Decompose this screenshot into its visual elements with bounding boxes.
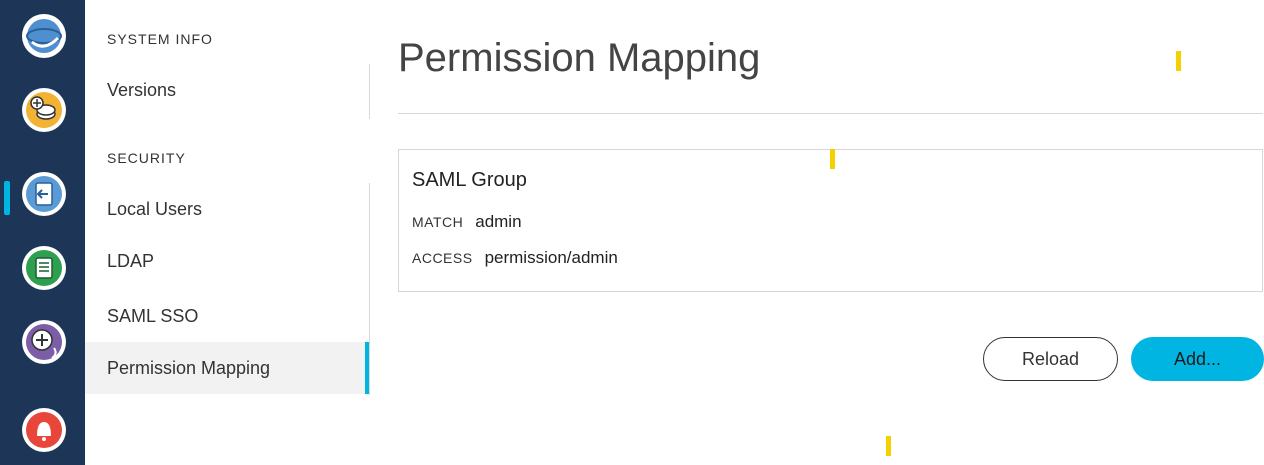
marker	[1176, 51, 1181, 71]
nav-item-saml-sso[interactable]: SAML SSO	[85, 290, 369, 342]
reload-button[interactable]: Reload	[983, 337, 1118, 381]
nav-divider	[369, 64, 370, 119]
globe-icon[interactable]	[20, 12, 68, 60]
nav-divider	[369, 183, 370, 395]
coins-icon[interactable]	[20, 86, 68, 134]
alert-bell-icon[interactable]	[20, 406, 68, 454]
nav-item-ldap[interactable]: LDAP	[85, 235, 369, 287]
page-title: Permission Mapping	[398, 36, 761, 80]
nav-section-system-info: SYSTEM INFO	[107, 31, 213, 47]
nav-item-versions[interactable]: Versions	[85, 64, 369, 116]
permission-mapping-card[interactable]: SAML Group MATCH admin ACCESS permission/a…	[398, 149, 1263, 292]
icon-rail	[0, 0, 85, 465]
nav-item-permission-mapping[interactable]: Permission Mapping	[85, 342, 369, 394]
nav-section-security: SECURITY	[107, 150, 186, 166]
access-label: ACCESS	[412, 250, 473, 266]
marker	[830, 149, 835, 169]
match-value: admin	[475, 212, 522, 231]
settings-nav: SYSTEM INFO Versions SECURITY Local User…	[85, 0, 370, 465]
access-row: ACCESS permission/admin	[412, 248, 618, 268]
nav-item-local-users[interactable]: Local Users	[85, 183, 369, 235]
title-divider	[398, 113, 1263, 114]
access-value: permission/admin	[484, 248, 618, 267]
admin-logout-icon[interactable]	[20, 170, 68, 218]
active-indicator	[4, 181, 10, 215]
document-icon[interactable]	[20, 244, 68, 292]
network-add-icon[interactable]	[20, 318, 68, 366]
add-button[interactable]: Add...	[1131, 337, 1264, 381]
match-label: MATCH	[412, 214, 464, 230]
match-row: MATCH admin	[412, 212, 522, 232]
card-title: SAML Group	[412, 169, 527, 191]
marker	[886, 436, 891, 456]
